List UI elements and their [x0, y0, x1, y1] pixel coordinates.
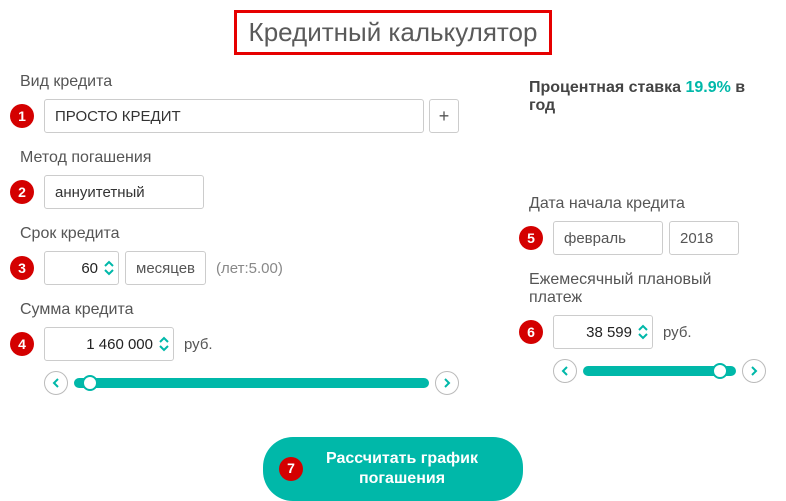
chevron-right-icon: [443, 378, 451, 388]
calculate-schedule-button[interactable]: 7 Рассчитать график погашения: [263, 437, 523, 501]
chevron-right-icon: [750, 366, 758, 376]
page-title: Кредитный калькулятор: [234, 10, 553, 55]
amount-slider[interactable]: [74, 378, 429, 388]
start-year-select[interactable]: 2018: [669, 221, 739, 255]
loan-amount-label: Сумма кредита: [20, 301, 459, 319]
step-badge-3: 3: [10, 256, 34, 280]
step-badge-5: 5: [519, 226, 543, 250]
rate-value: 19.9%: [685, 79, 730, 96]
step-badge-4: 4: [10, 332, 34, 356]
repayment-method-field: Метод погашения 2 аннуитетный: [20, 149, 459, 209]
payment-slider-thumb[interactable]: [712, 363, 728, 379]
monthly-payment-field: Ежемесячный плановый платеж 6 38 599 руб…: [529, 271, 766, 383]
amount-slider-increase-button[interactable]: [435, 371, 459, 395]
chevron-left-icon: [561, 366, 569, 376]
loan-term-label: Срок кредита: [20, 225, 459, 243]
repayment-method-value: аннуитетный: [55, 184, 145, 201]
credit-type-label: Вид кредита: [20, 73, 459, 91]
repayment-method-label: Метод погашения: [20, 149, 459, 167]
loan-amount-unit: руб.: [184, 336, 213, 353]
plus-icon: +: [439, 106, 450, 127]
amount-slider-thumb[interactable]: [82, 375, 98, 391]
payment-slider[interactable]: [583, 366, 736, 376]
payment-slider-decrease-button[interactable]: [553, 359, 577, 383]
chevron-up-icon[interactable]: [104, 260, 114, 268]
loan-term-unit-select[interactable]: месяцев: [125, 251, 206, 285]
credit-type-input[interactable]: ПРОСТО КРЕДИТ: [44, 99, 424, 133]
start-date-label: Дата начала кредита: [529, 195, 766, 213]
step-badge-2: 2: [10, 180, 34, 204]
start-year-value: 2018: [680, 230, 713, 247]
loan-term-unit: месяцев: [136, 260, 195, 277]
loan-amount-field: Сумма кредита 4 1 460 000 руб.: [20, 301, 459, 395]
monthly-payment-label: Ежемесячный плановый платеж: [529, 271, 766, 307]
step-badge-1: 1: [10, 104, 34, 128]
monthly-payment-unit: руб.: [663, 324, 692, 341]
start-month-select[interactable]: февраль: [553, 221, 663, 255]
credit-type-field: Вид кредита 1 ПРОСТО КРЕДИТ +: [20, 73, 459, 133]
monthly-payment-value: 38 599: [562, 324, 632, 341]
chevron-left-icon: [52, 378, 60, 388]
chevron-down-icon[interactable]: [638, 332, 648, 340]
interest-rate-text: Процентная ставка 19.9% в год: [529, 79, 766, 115]
monthly-payment-stepper[interactable]: 38 599: [553, 315, 653, 349]
loan-term-value: 60: [53, 260, 98, 277]
credit-type-value: ПРОСТО КРЕДИТ: [55, 108, 181, 125]
loan-term-field: Срок кредита 3 60 месяцев (лет:5.00): [20, 225, 459, 285]
add-credit-type-button[interactable]: +: [429, 99, 459, 133]
loan-term-years-hint: (лет:5.00): [216, 260, 283, 277]
loan-amount-value: 1 460 000: [53, 336, 153, 353]
chevron-up-icon[interactable]: [638, 324, 648, 332]
chevron-down-icon[interactable]: [159, 344, 169, 352]
start-month-value: февраль: [564, 230, 626, 247]
payment-slider-increase-button[interactable]: [742, 359, 766, 383]
calculate-button-label: Рассчитать график погашения: [317, 449, 487, 489]
chevron-up-icon[interactable]: [159, 336, 169, 344]
chevron-down-icon[interactable]: [104, 268, 114, 276]
repayment-method-input[interactable]: аннуитетный: [44, 175, 204, 209]
loan-amount-stepper[interactable]: 1 460 000: [44, 327, 174, 361]
amount-slider-decrease-button[interactable]: [44, 371, 68, 395]
loan-term-stepper[interactable]: 60: [44, 251, 119, 285]
step-badge-6: 6: [519, 320, 543, 344]
start-date-field: Дата начала кредита 5 февраль 2018: [529, 195, 766, 255]
step-badge-7: 7: [279, 457, 303, 481]
rate-prefix: Процентная ставка: [529, 79, 685, 96]
